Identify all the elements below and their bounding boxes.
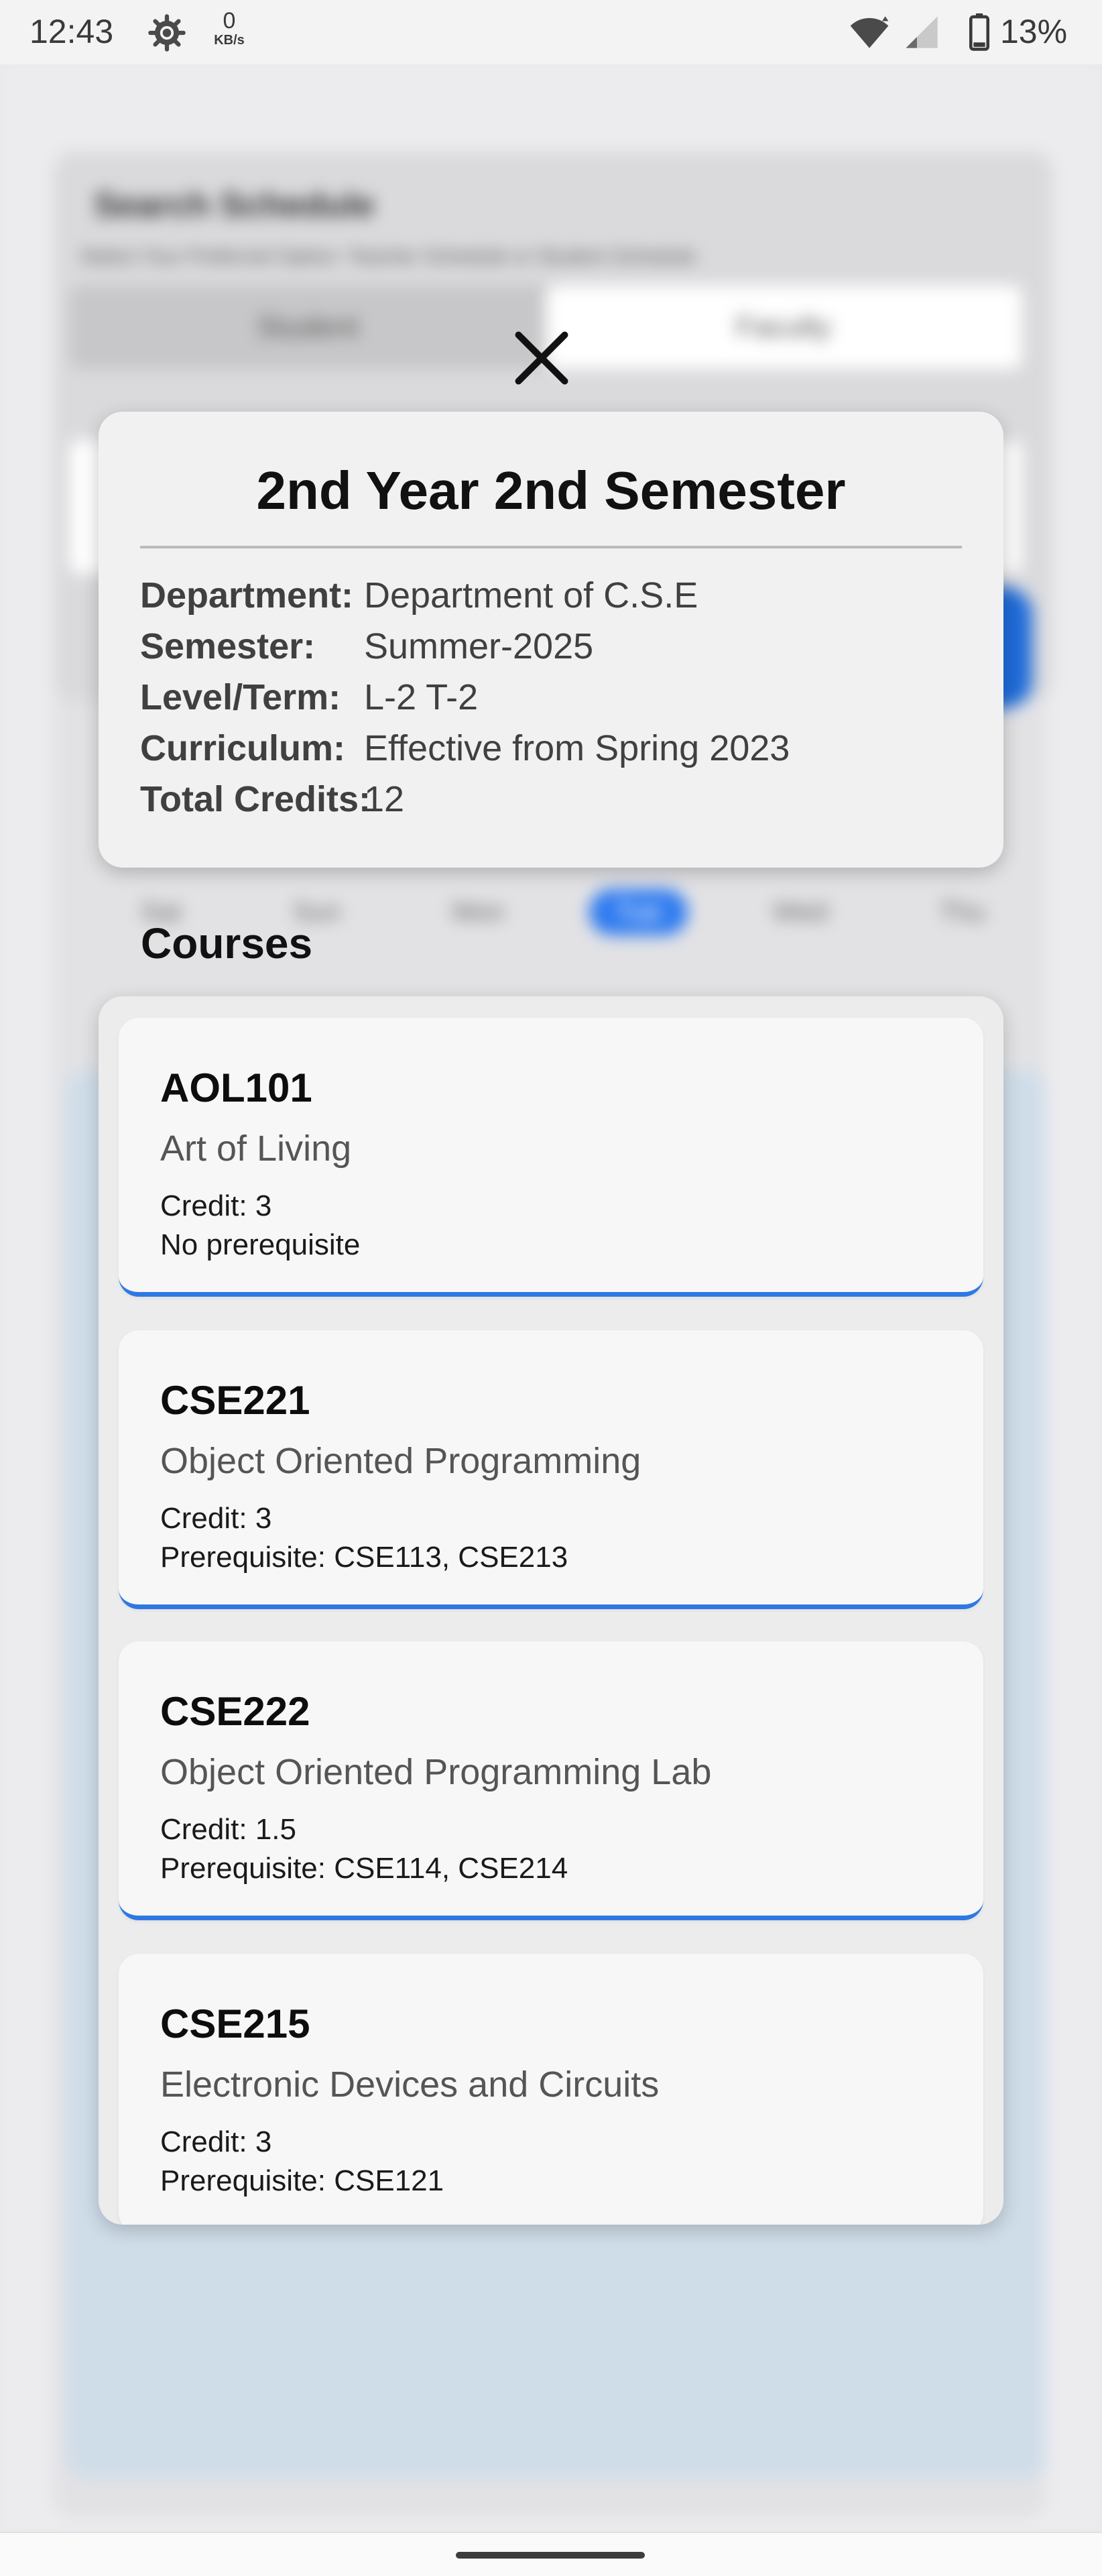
detail-label: Total Credits: <box>140 779 371 819</box>
network-speed-unit: KB/s <box>214 33 245 48</box>
course-name: Art of Living <box>160 1128 352 1169</box>
detail-label: Department: <box>140 575 354 616</box>
detail-label: Semester: <box>140 626 316 666</box>
detail-value: Department of C.S.E <box>364 575 698 616</box>
semester-info-card: 2nd Year 2nd Semester Department: Depart… <box>99 412 1003 868</box>
wifi-icon <box>850 16 889 48</box>
course-name: Electronic Devices and Circuits <box>160 2064 660 2105</box>
semester-details: Department: Department of C.S.E Semester… <box>140 570 790 825</box>
background-day-active: Tue <box>589 889 688 935</box>
course-code: CSE222 <box>160 1689 310 1734</box>
background-day: Thu <box>939 897 985 927</box>
courses-heading: Courses <box>141 919 313 968</box>
course-card[interactable]: CSE221 Object Oriented Programming Credi… <box>119 1330 983 1609</box>
background-subtitle: Select Your Preferred Option: Teacher Sc… <box>80 245 696 268</box>
detail-row-level-term: Level/Term: L-2 T-2 <box>140 672 790 723</box>
detail-row-total-credits: Total Credits: 12 <box>140 774 790 825</box>
course-credit: Credit: 3 <box>160 1189 272 1222</box>
course-code: AOL101 <box>160 1065 312 1110</box>
background-title: Search Schedule <box>94 186 375 225</box>
signal-icon <box>906 16 938 48</box>
detail-row-curriculum: Curriculum: Effective from Spring 2023 <box>140 723 790 774</box>
gear-icon <box>148 14 186 52</box>
network-speed-value: 0 <box>223 8 236 34</box>
course-prerequisite: No prerequisite <box>160 1228 361 1261</box>
course-prerequisite: Prerequisite: CSE121 <box>160 2164 444 2197</box>
network-speed: 0 KB/s <box>209 9 249 47</box>
course-code: CSE221 <box>160 1378 310 1423</box>
status-time: 12:43 <box>29 13 114 50</box>
status-bar: 12:43 0 KB/s 13% <box>0 0 1102 64</box>
detail-value: 12 <box>364 779 405 819</box>
background-day: Wed <box>772 897 828 927</box>
courses-list[interactable]: AOL101 Art of Living Credit: 3 No prereq… <box>99 996 1003 2225</box>
detail-value: Summer-2025 <box>364 626 594 666</box>
detail-row-semester: Semester: Summer-2025 <box>140 621 790 672</box>
course-prerequisite: Prerequisite: CSE114, CSE214 <box>160 1852 568 1885</box>
battery-percentage: 13% <box>1000 13 1068 50</box>
detail-value: Effective from Spring 2023 <box>364 728 790 768</box>
course-card[interactable]: AOL101 Art of Living Credit: 3 No prereq… <box>119 1018 983 1297</box>
background-tab-student: Student <box>257 310 359 343</box>
course-prerequisite: Prerequisite: CSE113, CSE213 <box>160 1541 568 1574</box>
course-name: Object Oriented Programming Lab <box>160 1752 712 1792</box>
course-credit: Credit: 3 <box>160 1502 272 1535</box>
navigation-bar <box>0 2532 1102 2576</box>
detail-label: Level/Term: <box>140 677 341 717</box>
background-day: Mon <box>452 897 505 927</box>
home-gesture-handle[interactable] <box>456 2552 645 2559</box>
course-code: CSE215 <box>160 2001 310 2046</box>
course-credit: Credit: 3 <box>160 2125 272 2158</box>
semester-title: 2nd Year 2nd Semester <box>256 461 846 520</box>
course-name: Object Oriented Programming <box>160 1441 641 1481</box>
detail-value: L-2 T-2 <box>364 677 479 717</box>
background-tab-faculty: Faculty <box>546 286 1022 369</box>
battery-icon <box>969 13 990 51</box>
close-icon[interactable] <box>511 327 572 389</box>
course-credit: Credit: 1.5 <box>160 1813 296 1846</box>
detail-row-department: Department: Department of C.S.E <box>140 570 790 621</box>
course-card[interactable]: CSE222 Object Oriented Programming Lab C… <box>119 1641 983 1920</box>
detail-label: Curriculum: <box>140 728 346 768</box>
divider <box>140 546 962 548</box>
course-card[interactable]: CSE215 Electronic Devices and Circuits C… <box>119 1954 983 2225</box>
